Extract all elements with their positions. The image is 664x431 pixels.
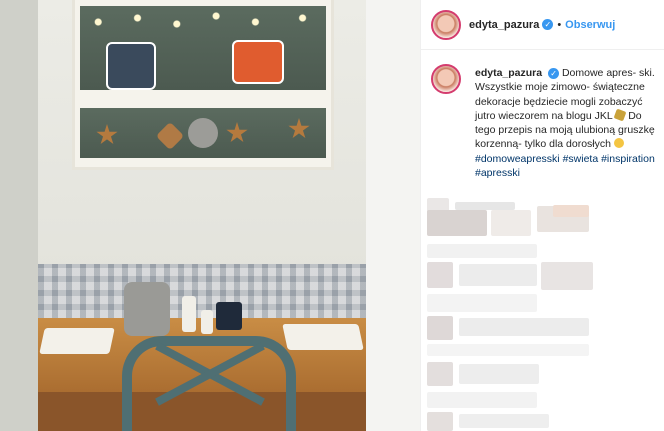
smile-emoji-icon (613, 138, 624, 149)
post-header: edyta_pazura ✓ • Obserwuj (421, 0, 664, 50)
blurred-line (459, 318, 589, 336)
follow-button[interactable]: Obserwuj (565, 19, 615, 31)
caption-avatar[interactable] (431, 64, 461, 94)
hashtag-link[interactable]: #apresski (475, 167, 520, 179)
blurred-avatar (427, 412, 453, 431)
blurred-line (459, 414, 549, 428)
blurred-line (427, 244, 537, 258)
blurred-block (541, 262, 593, 290)
blurred-line (459, 264, 537, 286)
caption-username[interactable]: edyta_pazura (475, 67, 542, 79)
author-avatar[interactable] (431, 9, 461, 40)
photo-mug (216, 302, 242, 330)
blurred-block (553, 205, 589, 217)
photo-glass-jar (124, 282, 170, 336)
verified-badge-icon: ✓ (548, 67, 560, 79)
photo-alpine-club-badge (232, 40, 284, 84)
verified-badge-icon: ✓ (542, 19, 554, 30)
photo-grinder (182, 296, 196, 332)
photo-placemat-left (39, 328, 115, 354)
instagram-post-window: edyta_pazura ✓ • Obserwuj edyta_pazura ✓… (0, 0, 664, 431)
blurred-line (455, 202, 515, 210)
post-side-panel: edyta_pazura ✓ • Obserwuj edyta_pazura ✓… (420, 0, 664, 431)
hashtag-link[interactable]: #domoweapresski (475, 153, 560, 165)
photo-right-wall (366, 0, 420, 431)
blurred-line (427, 344, 589, 356)
caption-text: edyta_pazura ✓ Domowe apres- ski. Wszyst… (475, 66, 659, 180)
blurred-avatar (427, 262, 453, 288)
hashtag-link[interactable]: #swieta (563, 153, 599, 165)
blurred-line (427, 392, 537, 408)
photo-grinder-small (201, 310, 213, 334)
photo-fairy-lights (72, 2, 334, 42)
photo-mountain-badge (106, 42, 156, 90)
photo-left-wall (0, 0, 38, 431)
blurred-block (427, 210, 487, 236)
post-photo[interactable] (0, 0, 420, 431)
blurred-block (491, 210, 531, 236)
blurred-avatar (427, 316, 453, 340)
blurred-line (459, 364, 539, 384)
blurred-avatar (427, 362, 453, 386)
hashtag-link[interactable]: #inspiration (601, 153, 655, 165)
blurred-line (427, 294, 537, 312)
bird-emoji-icon (613, 108, 627, 122)
photo-chair-back (122, 336, 296, 431)
photo-round-ornament (188, 118, 218, 148)
author-username[interactable]: edyta_pazura (469, 19, 539, 31)
photo-placemat-right (282, 324, 364, 350)
header-separator: • (557, 18, 562, 31)
